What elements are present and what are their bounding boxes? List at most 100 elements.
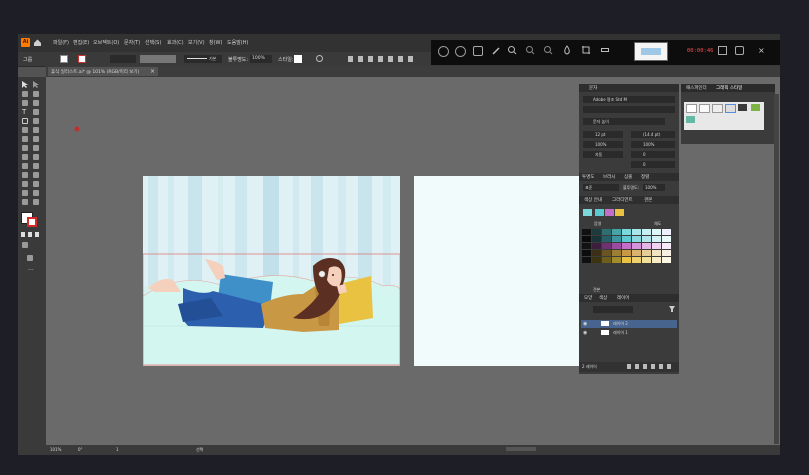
shape-builder-tool-icon[interactable] — [22, 154, 28, 160]
tab-graphic-styles[interactable]: 그래픽 스타일 — [716, 85, 742, 91]
style-swatch[interactable] — [294, 55, 302, 63]
filter-icon[interactable] — [669, 306, 675, 312]
slice-tool-icon[interactable] — [33, 190, 39, 196]
tab-transparency[interactable]: 투명도 — [582, 174, 594, 180]
screenshot-icon[interactable] — [473, 46, 483, 56]
harmony-swatch-2[interactable] — [595, 209, 604, 216]
stroke-color-box[interactable] — [27, 217, 37, 227]
fill-stroke-widget[interactable] — [21, 212, 39, 228]
fill-swatch[interactable] — [60, 55, 68, 63]
color-guide-grid[interactable] — [582, 229, 676, 265]
rectangle-tool-icon[interactable] — [22, 118, 28, 124]
stroke-style-dropdown[interactable]: 기본 — [184, 55, 222, 63]
menu-window[interactable]: 창(W) — [209, 39, 222, 46]
menu-effect[interactable]: 효과(C) — [167, 39, 184, 46]
fill-icon[interactable] — [562, 45, 572, 55]
tab-swatches[interactable]: 견본 — [644, 197, 652, 203]
rotation-field[interactable]: 0 — [631, 161, 675, 168]
eraser-tool-icon[interactable] — [33, 127, 39, 133]
zoom-in-icon[interactable] — [507, 45, 517, 55]
rotation-angle[interactable]: 0° — [78, 447, 83, 452]
artboard-1[interactable] — [143, 176, 400, 366]
screen-mode-icon[interactable] — [27, 255, 33, 261]
opacity-field[interactable]: 100% — [250, 55, 272, 63]
hand-tool-icon[interactable] — [22, 199, 28, 205]
style-swatch-4[interactable] — [725, 104, 736, 113]
magic-wand-tool-icon[interactable] — [22, 91, 28, 97]
style-swatch-7[interactable] — [686, 116, 695, 123]
layer-row[interactable]: ◉ 레이어 1 — [581, 329, 677, 337]
perspective-grid-tool-icon[interactable] — [33, 154, 39, 160]
leading-field[interactable]: (14.4 pt) — [631, 131, 675, 138]
rotate-tool-icon[interactable] — [22, 136, 28, 142]
blend-tool-icon[interactable] — [33, 172, 39, 178]
tab-align[interactable]: 정렬 — [641, 174, 649, 180]
width-tool-icon[interactable] — [22, 145, 28, 151]
eye-icon[interactable]: ◉ — [583, 330, 587, 336]
tab-color-guide[interactable]: 색상 안내 — [584, 197, 602, 203]
tab-brush[interactable]: 브러시 — [603, 174, 615, 180]
selection-tool-icon[interactable] — [22, 81, 28, 88]
search-icon[interactable] — [525, 45, 535, 55]
document-tab-close[interactable]: × — [150, 68, 155, 75]
tab-color[interactable]: 색상 — [599, 295, 607, 301]
transparency-opacity-field[interactable]: 100% — [643, 184, 665, 191]
align-icons[interactable] — [348, 56, 418, 62]
pen-icon[interactable] — [491, 46, 501, 56]
harmony-swatch-4[interactable] — [615, 209, 624, 216]
tab-symbol[interactable]: 심볼 — [624, 174, 632, 180]
menu-edit[interactable]: 편집(E) — [73, 39, 89, 46]
direct-selection-tool-icon[interactable] — [33, 81, 39, 88]
thumbnail-preview[interactable] — [634, 42, 668, 61]
eyedropper-tool-icon[interactable] — [22, 172, 28, 178]
document-tab[interactable]: 휴식 일러스트.ai* @ 101% (RGB/미리 보기) × — [48, 67, 158, 76]
type-tool-icon[interactable]: T — [22, 108, 26, 116]
tab-appearance[interactable]: 모양 — [584, 295, 592, 301]
recolor-icon[interactable] — [316, 55, 323, 62]
variable-width-field[interactable] — [140, 55, 176, 63]
paintbrush-tool-icon[interactable] — [33, 118, 39, 124]
pencil-tool-icon[interactable] — [22, 127, 28, 133]
zoom-level[interactable]: 101% — [50, 447, 61, 452]
artboard-number[interactable]: 1 — [116, 447, 119, 452]
text-style-field[interactable]: 문자 높이 — [583, 118, 665, 125]
record-icon[interactable] — [438, 46, 449, 57]
pause-icon[interactable] — [455, 46, 466, 57]
menu-type[interactable]: 문자(T) — [124, 39, 140, 46]
line-tool-icon[interactable] — [33, 109, 39, 115]
menu-file[interactable]: 파일(F) — [53, 39, 69, 46]
scale-v-field[interactable]: 100% — [631, 141, 675, 148]
symbol-sprayer-tool-icon[interactable] — [22, 181, 28, 187]
style-swatch-1[interactable] — [686, 104, 697, 113]
color-mode-icons[interactable] — [21, 232, 41, 237]
layer-name[interactable]: 레이어 2 — [613, 321, 628, 327]
lasso-tool-icon[interactable] — [33, 91, 39, 97]
tab-layers[interactable]: 레이어 — [617, 295, 629, 301]
scale-tool-icon[interactable] — [33, 136, 39, 142]
pen-tool-icon[interactable] — [22, 100, 28, 106]
graphic-styles-grid[interactable] — [684, 102, 764, 130]
blend-mode-dropdown[interactable]: 표준 — [583, 184, 619, 191]
layers-footer-icons[interactable] — [627, 364, 671, 369]
home-icon[interactable] — [33, 38, 42, 47]
draw-mode-icon[interactable] — [22, 242, 28, 248]
zoom-out-icon[interactable] — [543, 45, 553, 55]
curvature-tool-icon[interactable] — [33, 100, 39, 106]
harmony-swatch-3[interactable] — [605, 209, 614, 216]
tab-pathfinder[interactable]: 패스파인더 — [686, 85, 707, 91]
font-family-field[interactable]: Adobe 명조 Std M — [583, 96, 675, 103]
scale-h-field[interactable]: 100% — [583, 141, 623, 148]
eye-icon[interactable]: ◉ — [583, 321, 587, 327]
menu-help[interactable]: 도움말(H) — [227, 39, 248, 46]
harmony-bar[interactable] — [583, 209, 643, 216]
free-transform-tool-icon[interactable] — [33, 145, 39, 151]
vertical-scrollbar[interactable] — [774, 94, 779, 444]
harmony-swatch-1[interactable] — [583, 209, 592, 216]
layer-row[interactable]: ◉ 레이어 2 — [581, 320, 677, 328]
layer-name[interactable]: 레이어 1 — [613, 330, 628, 336]
style-swatch-3[interactable] — [712, 104, 723, 113]
layers-search-field[interactable] — [593, 306, 633, 313]
font-size-field[interactable]: 12 pt — [583, 131, 623, 138]
stroke-swatch[interactable] — [78, 55, 86, 63]
graph-tool-icon[interactable] — [33, 181, 39, 187]
